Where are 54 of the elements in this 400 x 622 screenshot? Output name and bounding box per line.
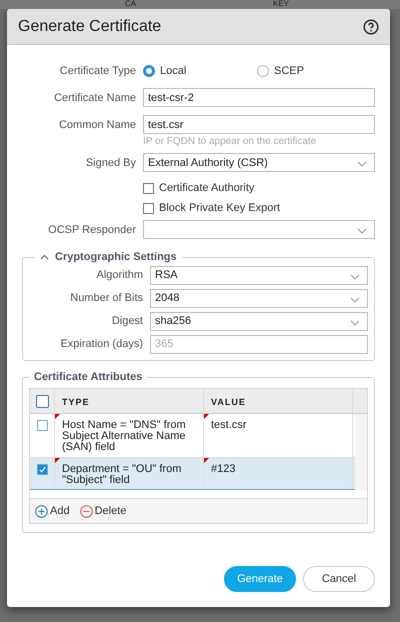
add-button[interactable]: Add: [35, 504, 70, 518]
corner-mark-icon: [55, 414, 60, 419]
plus-icon: [35, 504, 48, 518]
chevron-down-icon[interactable]: [357, 161, 367, 167]
field-label: Certificate Type: [58, 64, 137, 76]
field-label: Common Name: [58, 118, 137, 130]
column-header: VALUE: [204, 389, 353, 413]
chevron-down-icon[interactable]: [350, 274, 360, 280]
dialog-title: Generate Certificate: [18, 18, 162, 36]
row-checkbox[interactable]: [36, 420, 48, 431]
cancel-button[interactable]: Cancel: [303, 566, 375, 592]
table-row[interactable]: Host Name = "DNS" from Subject Alternative Name (SAN) field test.csr: [30, 414, 355, 458]
dropdown[interactable]: External Authority (CSR): [143, 153, 375, 172]
corner-mark-icon: [204, 458, 209, 463]
field-label: Algorithm: [96, 269, 144, 281]
delete-button[interactable]: Delete: [80, 504, 126, 518]
input-field[interactable]: test.csr: [143, 115, 375, 134]
column-header: TYPE: [55, 389, 204, 413]
chevron-down-icon[interactable]: [350, 320, 360, 326]
select-all-checkbox[interactable]: [36, 394, 48, 408]
table-cell: test.csr: [211, 419, 246, 431]
table-cell: #123: [211, 463, 236, 475]
row-checkbox[interactable]: [36, 464, 48, 475]
dropdown[interactable]: 2048: [150, 288, 368, 308]
field-label: Certificate Name: [53, 92, 137, 104]
minus-icon: [80, 504, 93, 518]
input-field[interactable]: 365: [150, 334, 368, 354]
field-label: OCSP Responder: [47, 224, 137, 236]
radio-option[interactable]: SCEP: [257, 64, 371, 76]
help-icon[interactable]: [363, 18, 379, 34]
caret-icon[interactable]: [40, 254, 49, 260]
chevron-down-icon[interactable]: [350, 296, 360, 302]
field-label: Expiration (days): [59, 338, 144, 350]
group-title: Certificate Attributes: [34, 371, 142, 383]
checkbox-option[interactable]: Block Private Key Export: [143, 202, 280, 214]
column-header: CA: [125, 0, 136, 8]
corner-mark-icon: [55, 458, 60, 463]
column-header: KEY: [273, 0, 290, 8]
table-cell: Host Name = "DNS" from Subject Alternative Name (SAN) field: [62, 419, 186, 453]
chevron-down-icon[interactable]: [357, 228, 367, 234]
group-title: Cryptographic Settings: [55, 251, 177, 263]
input-field[interactable]: test-csr-2: [143, 88, 375, 107]
table-row[interactable]: Department = "OU" from "Subject" field #123: [30, 458, 355, 490]
radio-option[interactable]: Local: [143, 64, 257, 76]
corner-mark-icon: [204, 414, 209, 419]
dropdown[interactable]: RSA: [150, 266, 368, 284]
table-cell: Department = "OU" from "Subject" field: [62, 463, 182, 486]
hint-text: IP or FQDN to appear on the certificate: [143, 136, 318, 147]
dropdown[interactable]: [143, 220, 375, 239]
field-label: Number of Bits: [69, 292, 144, 304]
checkbox-option[interactable]: Certificate Authority: [143, 182, 254, 194]
dropdown[interactable]: sha256: [150, 312, 368, 330]
field-label: Digest: [110, 315, 144, 327]
field-label: Signed By: [84, 156, 137, 168]
